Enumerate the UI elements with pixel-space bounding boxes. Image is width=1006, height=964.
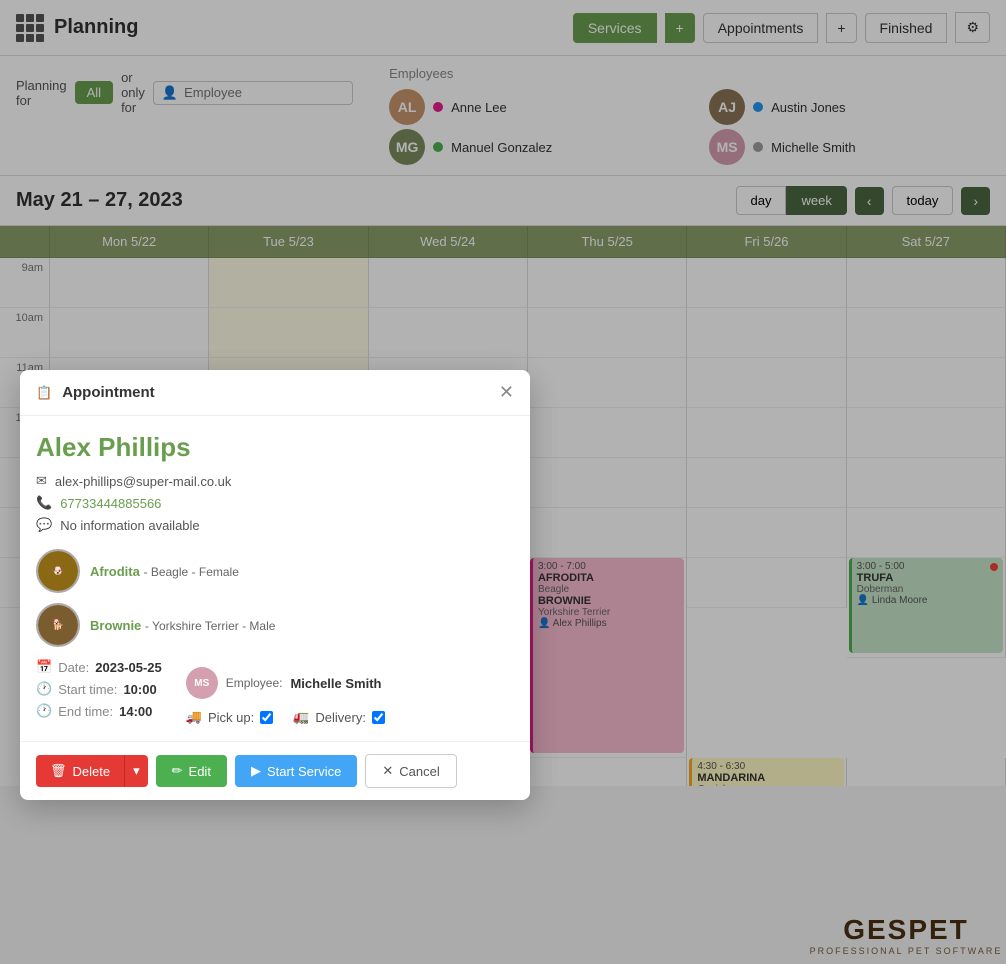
pet-afrodita-avatar: 🐶 (36, 549, 80, 593)
delivery-row: 🚛 Delivery: (293, 709, 385, 725)
modal-employee-label: Employee: (226, 676, 283, 690)
modal-close-button[interactable]: ✕ (499, 382, 514, 403)
truck-icon: 🚚 (186, 709, 202, 725)
delivery-label: Delivery: (315, 710, 366, 725)
pet-brownie-name: Brownie (90, 618, 141, 633)
play-icon: ▶ (251, 763, 261, 779)
clock2-icon: 🕐 (36, 703, 52, 719)
pets-section: 🐶 Afrodita - Beagle - Female 🐕 Brownie -… (36, 549, 514, 647)
clock-icon: 🕐 (36, 681, 52, 697)
modal-header-left: 📋 Appointment (36, 384, 155, 401)
pencil-icon: ✏ (172, 763, 183, 779)
whatsapp-value: No information available (60, 518, 199, 533)
end-time-label: End time: (58, 704, 113, 719)
employee-info-row: MS Employee: Michelle Smith (186, 667, 382, 699)
calendar-icon: 📋 (36, 385, 52, 401)
start-time-row: 🕐 Start time: 10:00 (36, 681, 162, 697)
cancel-button[interactable]: ✕ Cancel (365, 754, 456, 788)
email-row: ✉ alex-phillips@super-mail.co.uk (36, 473, 514, 489)
modal-header: 📋 Appointment ✕ (20, 370, 530, 416)
date-row: 📅 Date: 2023-05-25 (36, 659, 162, 675)
modal-employee-name: Michelle Smith (290, 676, 381, 691)
date-value: 2023-05-25 (95, 660, 162, 675)
start-service-button[interactable]: ▶ Start Service (235, 755, 357, 787)
email-value: alex-phillips@super-mail.co.uk (55, 474, 231, 489)
x-icon: ✕ (382, 763, 393, 779)
pet-afrodita-info: - Beagle - Female (143, 565, 238, 579)
phone-icon: 📞 (36, 495, 52, 511)
whatsapp-icon: 💬 (36, 517, 52, 533)
delete-cancel-group: 🗑 Delete ▾ (36, 755, 148, 787)
edit-button[interactable]: ✏ Edit (156, 755, 227, 787)
end-time-value: 14:00 (119, 704, 152, 719)
pet-brownie-row: 🐕 Brownie - Yorkshire Terrier - Male (36, 603, 514, 647)
modal-overlay[interactable]: 📋 Appointment ✕ Alex Phillips ✉ alex-phi… (0, 0, 1006, 964)
pet-brownie-img: 🐕 (38, 605, 78, 645)
start-time-label: Start time: (58, 682, 117, 697)
whatsapp-row: 💬 No information available (36, 517, 514, 533)
trash-icon: 🗑 (50, 763, 67, 779)
pickup-row: 🚚 Pick up: (186, 709, 273, 725)
pet-afrodita-row: 🐶 Afrodita - Beagle - Female (36, 549, 514, 593)
modal-employee-avatar: MS (186, 667, 218, 699)
cancel-dropdown-button[interactable]: ▾ (124, 755, 148, 787)
start-time-value: 10:00 (123, 682, 156, 697)
pickup-label: Pick up: (208, 710, 254, 725)
delivery-truck-icon: 🚛 (293, 709, 309, 725)
calendar-small-icon: 📅 (36, 659, 52, 675)
modal-footer: 🗑 Delete ▾ ✏ Edit ▶ Start Service ✕ Canc… (20, 741, 530, 800)
pet-brownie-avatar: 🐕 (36, 603, 80, 647)
appointment-modal: 📋 Appointment ✕ Alex Phillips ✉ alex-phi… (20, 370, 530, 800)
modal-title: Appointment (62, 384, 154, 401)
end-time-row: 🕐 End time: 14:00 (36, 703, 162, 719)
pet-afrodita-img: 🐶 (38, 551, 78, 591)
phone-value: 67733444885566 (60, 496, 161, 511)
phone-row: 📞 67733444885566 (36, 495, 514, 511)
pet-afrodita-name: Afrodita (90, 564, 140, 579)
pickup-checkbox[interactable] (260, 711, 273, 724)
date-label: Date: (58, 660, 89, 675)
delivery-checkbox[interactable] (372, 711, 385, 724)
email-icon: ✉ (36, 473, 47, 489)
modal-body: Alex Phillips ✉ alex-phillips@super-mail… (20, 416, 530, 741)
pet-brownie-info: - Yorkshire Terrier - Male (145, 619, 276, 633)
client-name: Alex Phillips (36, 432, 514, 463)
delete-button[interactable]: 🗑 Delete (36, 755, 124, 787)
modal-employee-img: MS (186, 667, 218, 699)
